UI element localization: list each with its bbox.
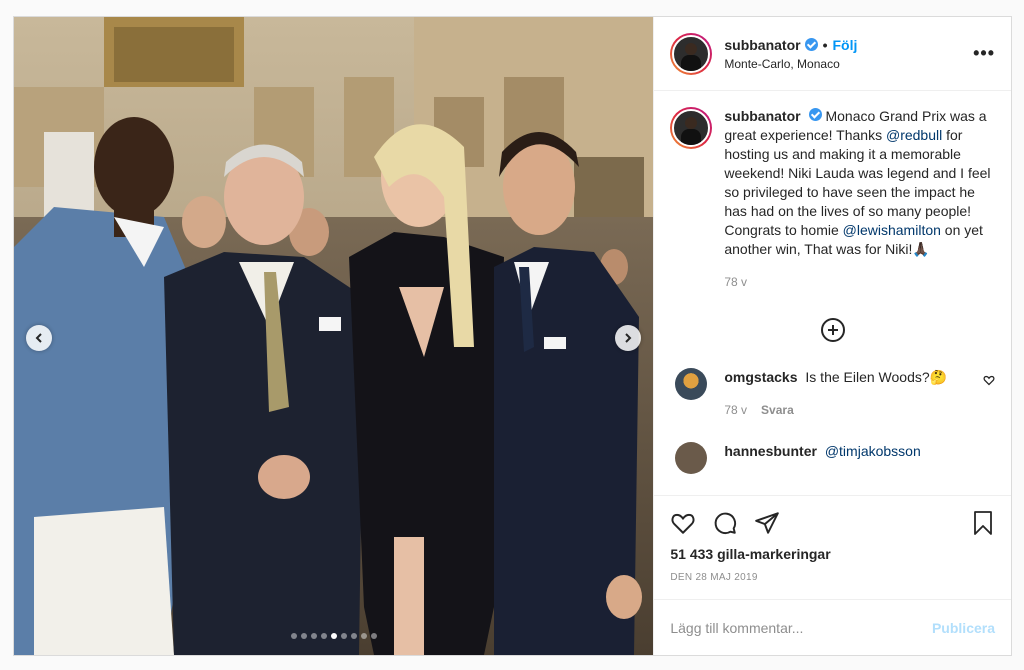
separator-dot: • xyxy=(822,36,828,53)
commenter-avatar[interactable] xyxy=(675,442,708,474)
post-actions: 51 433 gilla-markeringar DEN 28 MAJ 2019 xyxy=(654,496,1011,583)
avatar[interactable] xyxy=(670,32,713,75)
follow-button[interactable]: Följ xyxy=(833,37,858,53)
comment-item: omgstacks Is the Eilen Woods?🤔 78 v Svar… xyxy=(670,368,995,420)
carousel-indicator xyxy=(14,633,653,639)
location-link[interactable]: Monte-Carlo, Monaco xyxy=(724,57,973,71)
previous-photo-button[interactable] xyxy=(26,325,52,351)
add-comment-bar: Publicera xyxy=(654,599,1011,655)
publish-button[interactable]: Publicera xyxy=(932,620,995,636)
carousel-dot xyxy=(290,633,297,639)
carousel-dot xyxy=(300,633,307,639)
comment-text: Is the Eilen Woods?🤔 xyxy=(805,369,948,385)
carousel-dot xyxy=(340,633,347,639)
comment-item: hannesbunter @timjakobsson xyxy=(670,442,995,474)
verified-badge-icon xyxy=(804,38,818,51)
carousel-dot xyxy=(330,633,337,639)
post-photo[interactable] xyxy=(14,17,654,655)
load-more-comments[interactable] xyxy=(670,318,995,342)
comment-mention[interactable]: @timjakobsson xyxy=(825,443,921,459)
more-options-icon[interactable]: ••• xyxy=(973,43,995,64)
reply-button[interactable]: Svara xyxy=(761,401,794,420)
chevron-right-icon xyxy=(625,333,632,343)
share-icon[interactable] xyxy=(754,510,780,536)
post-header: subbanator • Följ Monte-Carlo, Monaco ••… xyxy=(654,17,1011,91)
commenter-avatar[interactable] xyxy=(675,368,708,400)
carousel-dot xyxy=(310,633,317,639)
mention-lewishamilton[interactable]: @lewishamilton xyxy=(843,222,941,238)
carousel-dot xyxy=(360,633,367,639)
carousel-dot xyxy=(320,633,327,639)
caption-age[interactable]: 78 v xyxy=(724,273,747,292)
like-count[interactable]: 51 433 gilla-markeringar xyxy=(670,546,995,562)
like-comment-icon[interactable] xyxy=(983,368,995,420)
mention-redbull[interactable]: @redbull xyxy=(886,127,942,143)
caption: subbanator Monaco Grand Prix was a great… xyxy=(670,107,995,292)
post-sidebar: subbanator • Följ Monte-Carlo, Monaco ••… xyxy=(653,17,1011,655)
post-date[interactable]: DEN 28 MAJ 2019 xyxy=(670,572,995,583)
heart-icon[interactable] xyxy=(670,510,696,536)
bookmark-icon[interactable] xyxy=(971,510,995,536)
post-dialog: subbanator • Följ Monte-Carlo, Monaco ••… xyxy=(13,16,1012,656)
comment-username[interactable]: omgstacks xyxy=(724,369,797,385)
plus-circle-icon[interactable] xyxy=(820,318,845,342)
caption-username[interactable]: subbanator xyxy=(724,108,800,124)
comment-icon[interactable] xyxy=(712,510,738,536)
header-username[interactable]: subbanator xyxy=(724,37,800,53)
comment-input[interactable] xyxy=(670,619,932,636)
carousel-dot xyxy=(350,633,357,639)
comments-section[interactable]: subbanator Monaco Grand Prix was a great… xyxy=(654,91,1011,496)
chevron-left-icon xyxy=(35,333,42,343)
post-image xyxy=(14,17,654,655)
carousel-dot xyxy=(370,633,377,639)
comment-username[interactable]: hannesbunter xyxy=(724,443,817,459)
comment-age[interactable]: 78 v xyxy=(724,401,747,420)
caption-avatar[interactable] xyxy=(670,107,713,149)
verified-badge-icon xyxy=(808,108,822,121)
